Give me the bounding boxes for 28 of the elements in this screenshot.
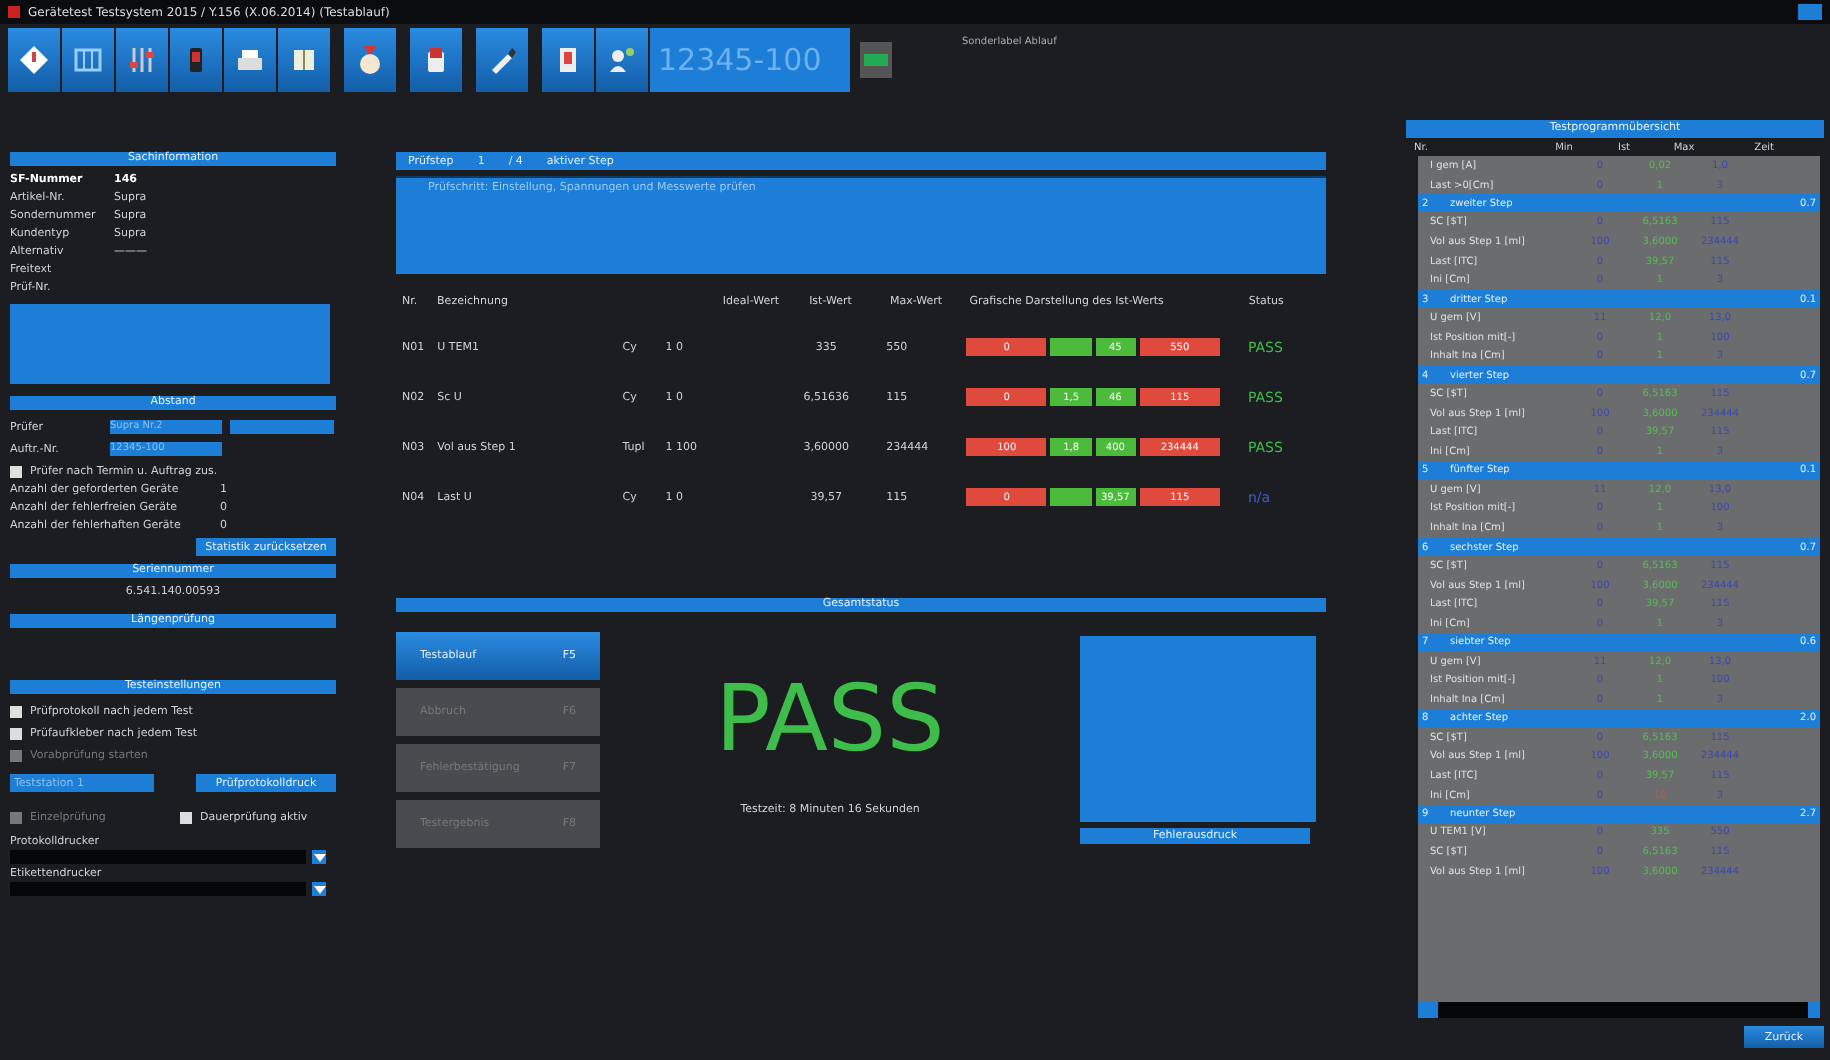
checkbox[interactable] — [10, 465, 22, 477]
scroll-bar[interactable] — [1418, 1002, 1820, 1018]
book-button[interactable] — [278, 28, 330, 92]
medal-button[interactable] — [344, 28, 396, 92]
checkbox[interactable] — [10, 727, 22, 739]
pen-button[interactable] — [476, 28, 528, 92]
result-status: PASS — [715, 672, 945, 764]
sliders-button[interactable] — [116, 28, 168, 92]
diamond-button[interactable] — [8, 28, 60, 92]
notes-field[interactable] — [10, 304, 330, 384]
diamond-icon — [18, 44, 50, 76]
device-icon[interactable] — [860, 42, 892, 78]
checkbox[interactable] — [10, 705, 22, 717]
app-icon — [8, 6, 20, 18]
grid-icon — [72, 44, 104, 76]
checkbox[interactable] — [180, 811, 192, 823]
book-icon — [288, 44, 320, 76]
input-field[interactable] — [230, 420, 334, 434]
people-icon — [606, 44, 638, 76]
sliders-icon — [126, 44, 158, 76]
printer-icon — [234, 44, 266, 76]
grid-button[interactable] — [62, 28, 114, 92]
printer-button[interactable] — [224, 28, 276, 92]
dropdown-arrow-icon[interactable] — [312, 850, 326, 864]
dropdown-arrow-icon[interactable] — [312, 882, 326, 896]
people-button[interactable] — [596, 28, 648, 92]
medal-icon — [354, 44, 386, 76]
phone-button[interactable] — [170, 28, 222, 92]
